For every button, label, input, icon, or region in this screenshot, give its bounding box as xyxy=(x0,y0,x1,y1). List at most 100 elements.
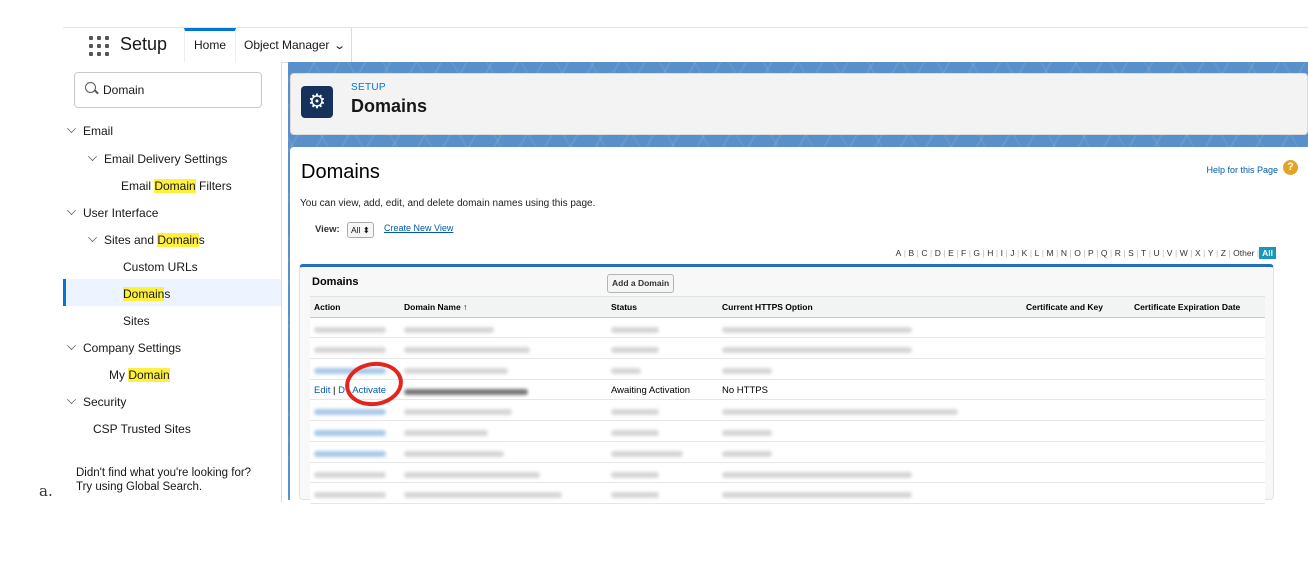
search-highlight: Domain xyxy=(157,233,199,247)
delete-link[interactable]: D xyxy=(338,385,345,396)
page-eyebrow: SETUP xyxy=(351,82,386,93)
table-row xyxy=(310,483,1265,504)
alphabet-filter-e[interactable]: E xyxy=(946,248,957,258)
sidebar-item-my-domain[interactable]: My Domain xyxy=(109,368,170,382)
table-row xyxy=(310,338,1265,360)
sidebar-item-email-domain-filters[interactable]: Email Domain Filters xyxy=(121,179,232,193)
table-row xyxy=(310,421,1265,442)
sidebar-item-label: My xyxy=(109,368,129,382)
caption: a. xyxy=(39,482,53,500)
alphabet-filter-v[interactable]: V xyxy=(1164,248,1175,258)
redacted-text xyxy=(404,347,530,354)
page-description: You can view, add, edit, and delete doma… xyxy=(300,198,596,209)
sidebar-item-label: Sites and xyxy=(104,233,158,247)
alphabet-filter-f[interactable]: F xyxy=(958,248,968,258)
column-header-certificate-and-key[interactable]: Certificate and Key xyxy=(1026,302,1103,312)
sidebar-item-security[interactable]: Security xyxy=(67,395,126,409)
column-header-certificate-expiration[interactable]: Certificate Expiration Date xyxy=(1134,302,1240,312)
app-launcher-icon[interactable] xyxy=(88,35,110,57)
redacted-text xyxy=(722,347,912,354)
redacted-text xyxy=(611,368,641,375)
redacted-text xyxy=(722,326,912,333)
redacted-text xyxy=(611,450,683,457)
tab-home[interactable]: Home xyxy=(184,28,236,62)
alphabet-filter-q[interactable]: Q xyxy=(1098,248,1110,258)
chevron-down-icon[interactable]: ⌄ xyxy=(334,29,347,63)
redacted-text xyxy=(722,368,772,375)
redacted-text xyxy=(611,492,659,499)
redacted-text xyxy=(314,471,386,478)
app-title: Setup xyxy=(120,34,168,54)
sidebar-item-label: Company Settings xyxy=(83,341,182,355)
table-row xyxy=(310,441,1265,463)
redacted-text xyxy=(404,492,562,499)
redacted-text xyxy=(314,326,386,333)
sidebar-item-company-settings[interactable]: Company Settings xyxy=(67,341,181,355)
sidebar-item-label: Filters xyxy=(195,179,232,193)
tab-object-manager-label: Object Manager xyxy=(244,38,330,52)
search-highlight: Domain xyxy=(154,179,196,193)
sidebar-item-user-interface[interactable]: User Interface xyxy=(67,206,158,220)
column-header-domain-name[interactable]: Domain Name ↑ xyxy=(404,302,467,312)
alphabet-filter-all[interactable]: All xyxy=(1259,247,1276,259)
table-row xyxy=(310,462,1265,484)
tab-object-manager[interactable]: Object Manager ⌄ xyxy=(238,28,352,62)
alphabet-filter-d[interactable]: D xyxy=(932,248,943,258)
edit-link[interactable]: Edit xyxy=(314,385,330,396)
alphabet-filter-k[interactable]: K xyxy=(1019,248,1030,258)
redacted-text xyxy=(611,347,659,354)
redacted-text xyxy=(314,450,386,457)
sidebar-item-sites[interactable]: Sites xyxy=(123,314,150,328)
column-header-status[interactable]: Status xyxy=(611,302,637,312)
alphabet-filter-j[interactable]: J xyxy=(1008,248,1017,258)
sidebar-item-email-delivery-settings[interactable]: Email Delivery Settings xyxy=(88,152,227,166)
sidebar-item-email[interactable]: Email xyxy=(67,124,113,138)
alphabet-filter-o[interactable]: O xyxy=(1072,248,1084,258)
alphabet-filter-t[interactable]: T xyxy=(1139,248,1149,258)
sidebar-footer-line: Try using Global Search. xyxy=(76,481,203,493)
status-text: Awaiting Activation xyxy=(611,384,691,396)
alphabet-filter-u[interactable]: U xyxy=(1151,248,1162,258)
sidebar-item-label: Custom URLs xyxy=(123,260,198,274)
alphabet-filter-h[interactable]: H xyxy=(985,248,996,258)
alphabet-filter-a[interactable]: A xyxy=(893,248,904,258)
chevron-down-icon xyxy=(67,206,76,215)
alphabet-filter-b[interactable]: B xyxy=(906,248,917,258)
column-header-action[interactable]: Action xyxy=(314,302,340,312)
quick-find-input[interactable]: Domain xyxy=(74,72,262,108)
alphabet-filter-p[interactable]: P xyxy=(1086,248,1097,258)
add-domain-button[interactable]: Add a Domain xyxy=(607,274,675,293)
alphabet-filter-g[interactable]: G xyxy=(971,248,983,258)
sidebar-item-custom-urls[interactable]: Custom URLs xyxy=(123,260,198,274)
table-row xyxy=(310,317,1265,339)
alphabet-filter-other[interactable]: Other xyxy=(1231,248,1257,258)
redacted-text xyxy=(314,430,386,437)
domains-table: Action Domain Name ↑ Status Current HTTP… xyxy=(310,296,1265,504)
search-icon xyxy=(85,82,96,93)
alphabet-filter-y[interactable]: Y xyxy=(1205,248,1216,258)
help-link[interactable]: Help for this Page xyxy=(1206,165,1278,175)
sidebar-item-csp-trusted-sites[interactable]: CSP Trusted Sites xyxy=(93,422,191,436)
column-header-https-option[interactable]: Current HTTPS Option xyxy=(722,302,813,312)
sidebar-item-domains[interactable]: Domains xyxy=(123,287,170,301)
alphabet-filter-w[interactable]: W xyxy=(1177,248,1190,258)
alphabet-filter-l[interactable]: L xyxy=(1032,248,1042,258)
alphabet-filter-r[interactable]: R xyxy=(1112,248,1123,258)
alphabet-filter-m[interactable]: M xyxy=(1044,248,1056,258)
sidebar-item-label: Email xyxy=(121,179,155,193)
alphabet-filter-z[interactable]: Z xyxy=(1218,248,1228,258)
top-bar: Setup Home Object Manager ⌄ xyxy=(63,27,1308,63)
sidebar-item-label: User Interface xyxy=(83,206,159,220)
alphabet-filter-s[interactable]: S xyxy=(1126,248,1137,258)
alphabet-filter-n[interactable]: N xyxy=(1058,248,1069,258)
redacted-text xyxy=(722,471,912,478)
redacted-text xyxy=(404,368,508,375)
redacted-text xyxy=(404,450,504,457)
alphabet-filter-x[interactable]: X xyxy=(1192,248,1203,258)
sidebar-item-sites-and-domains[interactable]: Sites and Domains xyxy=(88,233,205,247)
alphabet-filter: A | B | C | D | E | F | G | H | I | J | K | L | M | N | O | P | Q | R | S | T |… xyxy=(893,247,1276,259)
view-select[interactable]: All ⬍ xyxy=(347,222,374,238)
help-icon[interactable]: ? xyxy=(1283,160,1298,175)
create-new-view-link[interactable]: Create New View xyxy=(384,223,453,233)
alphabet-filter-c[interactable]: C xyxy=(919,248,930,258)
